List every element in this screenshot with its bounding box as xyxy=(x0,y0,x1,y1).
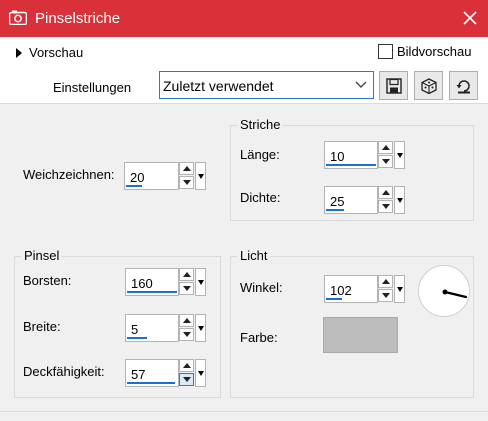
breite-decrement-button[interactable] xyxy=(179,328,194,341)
breite-dropdown-button[interactable] xyxy=(195,314,206,342)
dichte-decrement-button[interactable] xyxy=(378,200,393,213)
angle-dial-icon xyxy=(442,289,468,299)
triangle-right-icon xyxy=(16,48,22,58)
save-preset-button[interactable] xyxy=(379,71,408,100)
borsten-decrement-button[interactable] xyxy=(179,282,194,295)
winkel-value: 102 xyxy=(330,283,352,298)
pinsel-title: Pinsel xyxy=(21,248,63,263)
title-bar: Pinselstriche xyxy=(0,0,488,37)
weichzeichnen-level-bar xyxy=(126,185,142,187)
borsten-dropdown-button[interactable] xyxy=(195,268,206,296)
striche-title: Striche xyxy=(237,117,284,132)
bildvorschau-checkbox[interactable] xyxy=(378,44,393,59)
dichte-increment-button[interactable] xyxy=(378,186,393,199)
weichzeichnen-value: 20 xyxy=(130,170,145,185)
laenge-level-bar xyxy=(326,164,376,166)
weichzeichnen-dropdown-button[interactable] xyxy=(195,162,206,190)
borsten-increment-button[interactable] xyxy=(179,268,194,281)
breite-input[interactable]: 5 xyxy=(125,314,179,342)
weichzeichnen-label: Weichzeichnen: xyxy=(23,167,115,182)
preset-value: Zuletzt verwendet xyxy=(163,78,274,94)
winkel-increment-button[interactable] xyxy=(378,275,393,288)
footer-divider xyxy=(0,411,488,412)
winkel-dropdown-button[interactable] xyxy=(394,275,405,303)
winkel-input[interactable]: 102 xyxy=(324,275,378,303)
chevron-down-icon xyxy=(355,81,367,88)
randomize-dice-icon xyxy=(421,78,437,94)
weichzeichnen-input[interactable]: 20 xyxy=(124,162,179,190)
dichte-spinner[interactable]: 25 xyxy=(324,186,408,214)
angle-dial[interactable] xyxy=(418,265,470,317)
breite-level-bar xyxy=(127,337,147,339)
laenge-spinner[interactable]: 10 xyxy=(324,141,408,169)
deckfaehigkeit-dropdown-button[interactable] xyxy=(195,359,206,387)
header-divider xyxy=(0,103,488,104)
window-title: Pinselstriche xyxy=(35,10,121,27)
winkel-label: Winkel: xyxy=(240,280,283,295)
borsten-label: Borsten: xyxy=(23,273,72,288)
deckfaehigkeit-input[interactable]: 57 xyxy=(125,359,179,387)
close-icon[interactable] xyxy=(459,7,481,29)
weichzeichnen-decrement-button[interactable] xyxy=(179,176,194,189)
randomize-button[interactable] xyxy=(414,71,443,100)
camera-icon xyxy=(9,10,27,25)
preset-dropdown[interactable]: Zuletzt verwendet xyxy=(159,71,374,99)
winkel-decrement-button[interactable] xyxy=(378,289,393,302)
farbe-label: Farbe: xyxy=(240,330,278,345)
reset-icon xyxy=(456,80,470,94)
dichte-input[interactable]: 25 xyxy=(324,186,378,214)
deckfaehigkeit-spinner[interactable]: 57 xyxy=(125,359,209,387)
deckfaehigkeit-decrement-button[interactable] xyxy=(179,373,194,386)
laenge-increment-button[interactable] xyxy=(378,141,393,154)
dichte-level-bar xyxy=(326,209,344,211)
breite-label: Breite: xyxy=(23,319,61,334)
deckfaehigkeit-value: 57 xyxy=(131,367,146,382)
einstellungen-label: Einstellungen xyxy=(53,80,132,95)
deckfaehigkeit-level-bar xyxy=(127,382,175,384)
breite-increment-button[interactable] xyxy=(179,314,194,327)
laenge-value: 10 xyxy=(330,149,345,164)
dichte-label: Dichte: xyxy=(240,190,281,205)
breite-spinner[interactable]: 5 xyxy=(125,314,209,342)
laenge-dropdown-button[interactable] xyxy=(394,141,405,169)
deckfaehigkeit-label: Deckfähigkeit: xyxy=(23,364,105,379)
reset-button[interactable] xyxy=(449,71,478,100)
dichte-dropdown-button[interactable] xyxy=(394,186,405,214)
borsten-input[interactable]: 160 xyxy=(125,268,179,296)
dichte-value: 25 xyxy=(330,194,345,209)
laenge-label: Länge: xyxy=(240,147,280,162)
borsten-spinner[interactable]: 160 xyxy=(125,268,209,296)
winkel-level-bar xyxy=(326,298,342,300)
laenge-input[interactable]: 10 xyxy=(324,141,378,169)
borsten-level-bar xyxy=(127,291,177,293)
laenge-decrement-button[interactable] xyxy=(378,155,393,168)
header-panel: Vorschau Bildvorschau Einstellungen Zule… xyxy=(0,37,488,103)
bildvorschau-label: Bildvorschau xyxy=(397,44,472,59)
deckfaehigkeit-increment-button[interactable] xyxy=(179,359,194,372)
save-icon xyxy=(386,78,402,94)
farbe-color-swatch[interactable] xyxy=(323,317,398,353)
breite-value: 5 xyxy=(131,322,139,337)
borsten-value: 160 xyxy=(131,276,153,291)
weichzeichnen-increment-button[interactable] xyxy=(179,162,194,175)
licht-title: Licht xyxy=(237,248,271,263)
weichzeichnen-spinner[interactable]: 20 xyxy=(124,162,209,190)
vorschau-label: Vorschau xyxy=(29,45,84,60)
winkel-spinner[interactable]: 102 xyxy=(324,275,408,303)
